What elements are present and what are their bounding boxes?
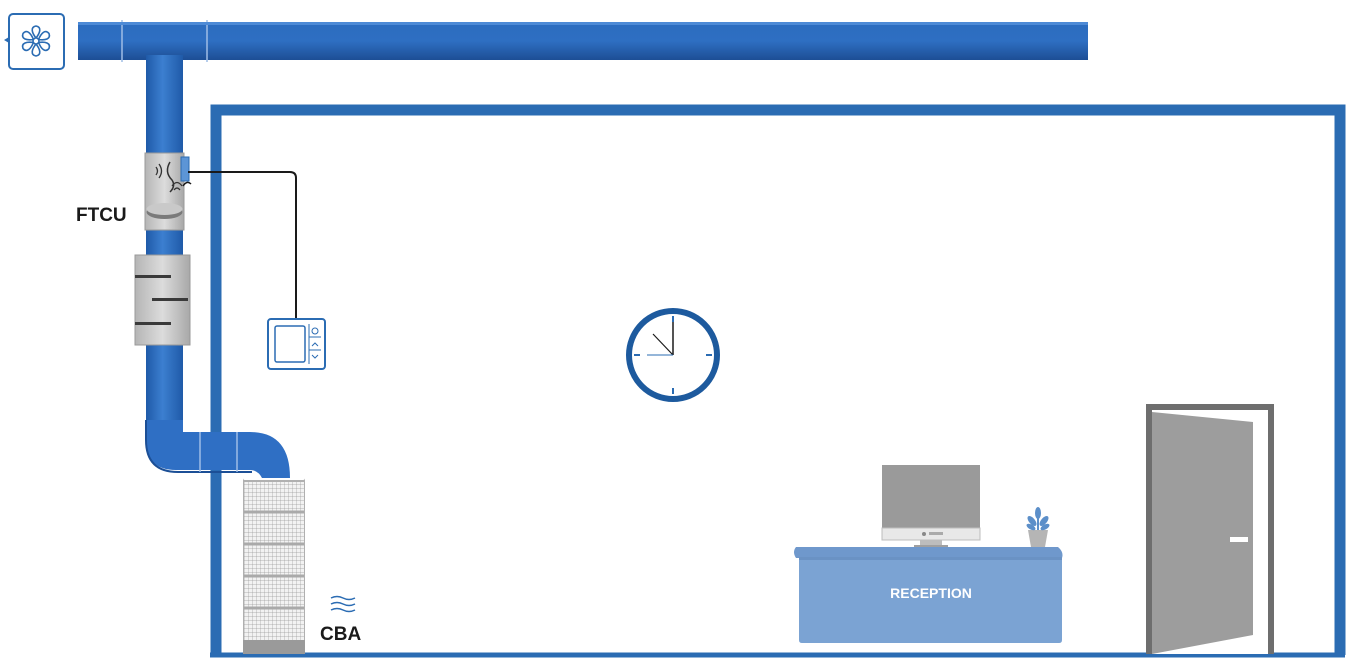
ftcu-label: FTCU [76,205,127,226]
cba-filter[interactable] [243,478,305,654]
ftcu-unit[interactable] [144,152,190,231]
thermostat-icon[interactable] [267,318,326,370]
reception-label: RECEPTION [890,585,972,601]
monitor-icon [881,465,981,548]
door-icon[interactable] [1146,404,1274,654]
control-wire [188,171,297,320]
cba-label: CBA [320,624,361,645]
airflow-icon [330,595,356,613]
main-duct [78,20,1088,62]
plant-icon [1026,507,1050,547]
fan-icon[interactable] [4,13,65,70]
clock-icon [626,308,720,402]
hvac-diagram: FTCU CBA RECEPTION [4,13,1346,658]
silencer-box [134,254,191,346]
